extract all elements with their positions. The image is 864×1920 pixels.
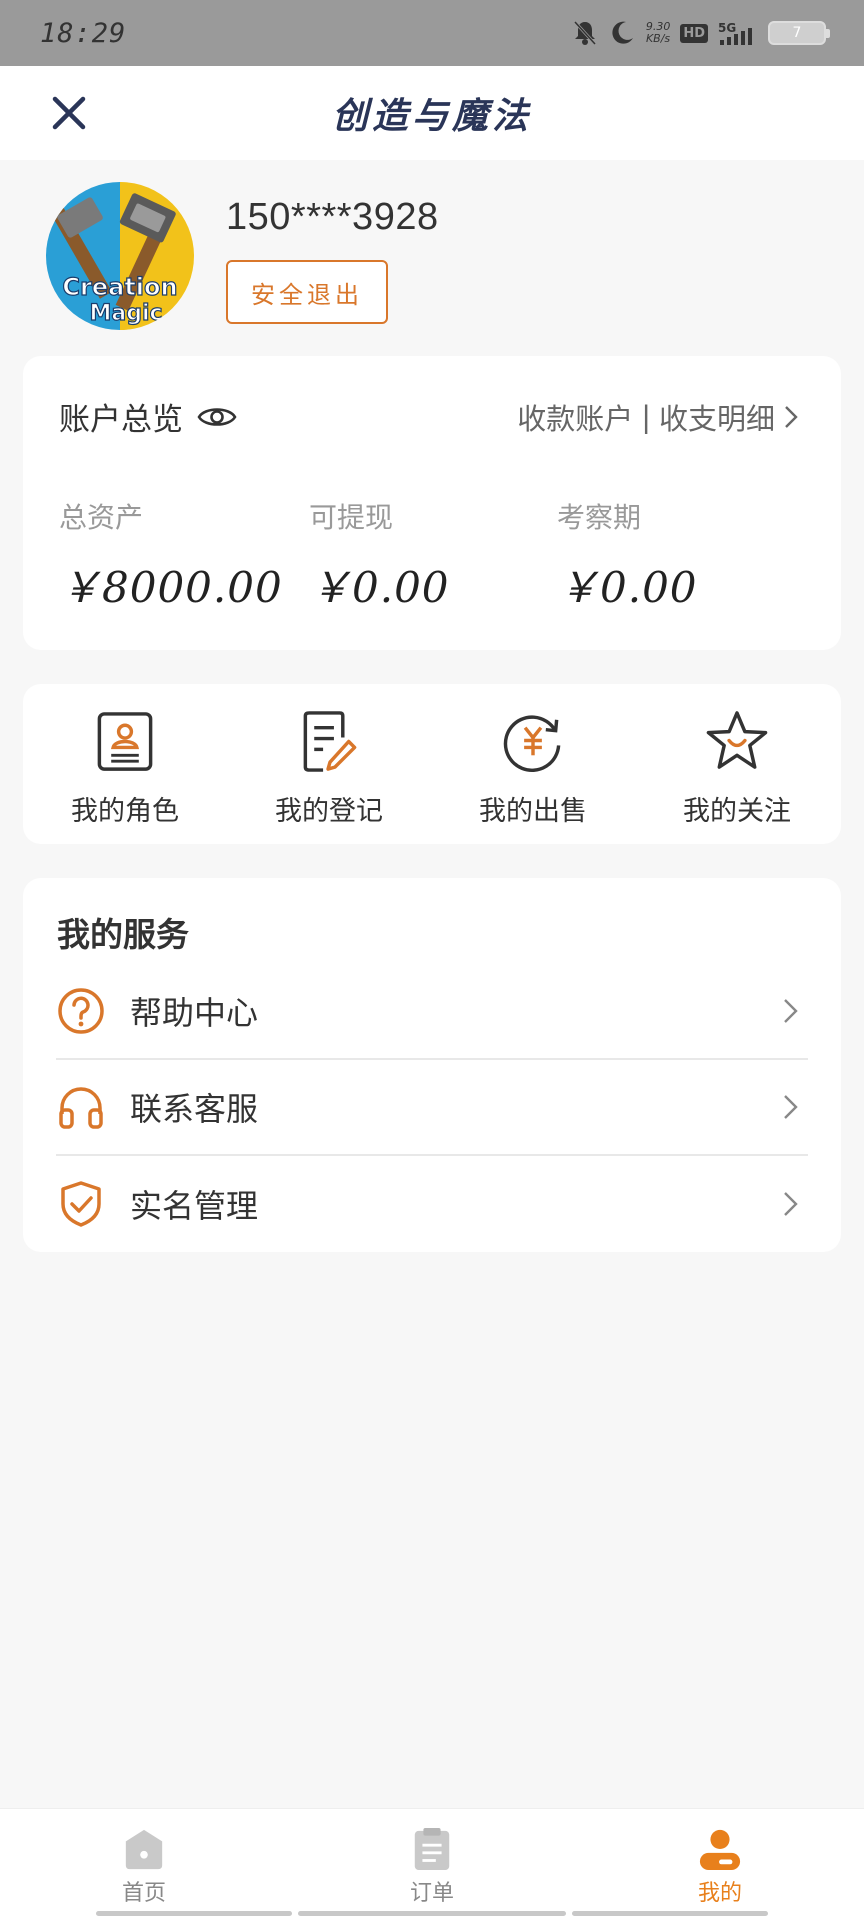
svg-text:Creation: Creation [62, 273, 177, 301]
nav-orders[interactable]: 订单 [352, 1827, 512, 1907]
quick-action-my-sales[interactable]: 我的出售 [431, 708, 635, 828]
gesture-bar-center [298, 1911, 566, 1916]
status-time: 18:29 [40, 17, 127, 49]
services-title: 我的服务 [57, 915, 189, 954]
stat-value: ￥8000.00 [59, 563, 283, 612]
quick-action-my-follows[interactable]: 我的关注 [635, 708, 839, 828]
account-overview-title: 账户总览 [59, 402, 183, 438]
eye-icon[interactable] [197, 403, 237, 431]
stat-total-assets: 总资产 ￥8000.00 [59, 496, 283, 615]
quick-actions-card: 我的角色 我的登记 我的出售 我的关注 [23, 684, 841, 844]
service-contact-support[interactable]: 联系客服 [56, 1060, 808, 1156]
nav-label: 首页 [121, 1881, 166, 1906]
game-logo-image: Creation Magic [46, 182, 194, 330]
service-help-center[interactable]: 帮助中心 [56, 964, 808, 1060]
gesture-bar-right [572, 1911, 768, 1916]
service-real-name-management[interactable]: 实名管理 [56, 1156, 808, 1252]
my-services-card: 我的服务 帮助中心 联系客服 实名管理 [23, 878, 841, 1252]
service-label: 实名管理 [130, 1187, 259, 1225]
stat-label: 考察期 [557, 501, 642, 534]
mute-bell-icon [573, 20, 596, 46]
svg-text:Magic: Magic [89, 301, 162, 326]
bottom-nav: 首页 订单 我的 [0, 1808, 864, 1920]
chevron-right-icon [784, 1192, 798, 1216]
quick-action-my-roles[interactable]: 我的角色 [23, 708, 227, 828]
quick-action-label: 我的出售 [479, 796, 587, 827]
stat-label: 可提现 [309, 501, 394, 534]
moon-icon [612, 21, 633, 44]
hd-badge: HD [680, 23, 708, 43]
chevron-right-icon [784, 1095, 798, 1119]
home-icon [125, 1829, 163, 1870]
stat-withdrawable: 可提现 ￥0.00 [309, 496, 450, 615]
service-label: 帮助中心 [130, 994, 259, 1032]
chevron-right-icon [785, 406, 798, 428]
nav-home[interactable]: 首页 [64, 1827, 224, 1907]
link-separator: | [641, 400, 651, 434]
quick-action-label: 我的登记 [275, 796, 383, 827]
chevron-right-icon [784, 999, 798, 1023]
quick-action-label: 我的角色 [71, 796, 179, 827]
close-button[interactable] [48, 92, 90, 134]
account-links: 收款账户 | 收支明细 [517, 396, 801, 438]
gesture-bar-left [96, 1911, 292, 1916]
account-overview-card: 账户总览 收款账户 | 收支明细 总资产 ￥8000.00 可提现 ￥0.00 … [23, 356, 841, 650]
headphones-icon [59, 1087, 103, 1129]
battery-icon: 7 [768, 21, 830, 45]
nav-label: 我的 [697, 1881, 742, 1906]
nav-label: 订单 [409, 1881, 454, 1906]
star-smile-icon [706, 711, 768, 769]
quick-action-label: 我的关注 [683, 796, 791, 827]
svg-text:5G: 5G [718, 21, 736, 35]
receive-account-link[interactable]: 收款账户 [517, 396, 633, 438]
stat-value: ￥0.00 [309, 563, 450, 612]
header: 创造与魔法 [0, 66, 864, 160]
id-card-icon [97, 712, 153, 771]
status-icons: 9.30 KB/s HD 5G 7 [572, 19, 830, 47]
yuan-refresh-icon [503, 715, 561, 772]
account-overview-header: 账户总览 [59, 394, 237, 439]
profile-section: Creation Magic 150****3928 安全退出 [46, 182, 826, 332]
quick-action-my-registrations[interactable]: 我的登记 [227, 708, 431, 828]
nav-mine[interactable]: 我的 [640, 1827, 800, 1907]
stat-value: ￥0.00 [557, 563, 698, 612]
shield-check-icon [61, 1181, 101, 1227]
logout-button[interactable]: 安全退出 [226, 260, 388, 324]
transaction-detail-link[interactable]: 收支明细 [659, 396, 775, 438]
help-circle-icon [58, 988, 104, 1034]
page-title: 创造与魔法 [331, 95, 532, 137]
user-icon [699, 1829, 741, 1871]
close-icon [52, 96, 86, 130]
stat-label: 总资产 [59, 501, 144, 534]
signal-icon: 5G [718, 21, 752, 45]
edit-document-icon [303, 711, 357, 772]
stat-review-period: 考察期 ￥0.00 [557, 496, 698, 615]
status-bar: 18:29 9.30 KB/s HD 5G 7 [0, 0, 864, 66]
net-speed: 9.30 KB/s [645, 20, 671, 45]
avatar[interactable]: Creation Magic [46, 182, 194, 330]
service-label: 联系客服 [130, 1090, 259, 1128]
user-phone: 150****3928 [226, 196, 439, 238]
clipboard-icon [414, 1827, 450, 1871]
